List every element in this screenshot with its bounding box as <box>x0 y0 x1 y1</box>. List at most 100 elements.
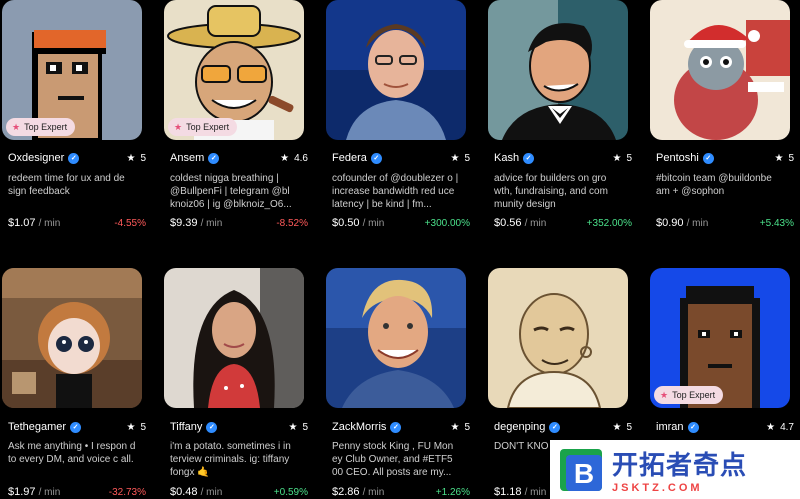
name-row: Federa ✓ ★ 5 <box>332 152 470 164</box>
expert-name: imran <box>656 421 684 433</box>
price-row: $0.90 / min +5.43% <box>656 217 794 229</box>
expert-bio: #bitcoin team @buildonbe am + @sophon <box>656 173 772 197</box>
name-row: Ansem ✓ ★ 4.6 <box>170 152 308 164</box>
price: $0.90 <box>656 217 684 229</box>
star-icon: ★ <box>288 421 298 433</box>
expert-name: Ansem <box>170 152 205 164</box>
rating: ★ 5 <box>450 422 470 433</box>
price: $0.56 <box>494 217 522 229</box>
price: $0.50 <box>332 217 360 229</box>
expert-name: Kash <box>494 152 520 164</box>
rating: ★ 5 <box>612 422 632 433</box>
top-expert-badge: ★ Top Expert <box>6 118 76 136</box>
verified-icon: ✓ <box>687 421 699 433</box>
name-row: Tiffany ✓ ★ 5 <box>170 421 308 433</box>
expert-bio: Penny stock King , FU Mon ey Club Owner,… <box>332 441 454 478</box>
name-row: Kash ✓ ★ 5 <box>494 152 632 164</box>
verified-icon: ✓ <box>68 152 80 164</box>
watermark-logo-letter: B <box>574 458 594 489</box>
avatar[interactable] <box>488 0 628 140</box>
name-row: imran ✓ ★ 4.7 <box>656 421 794 433</box>
price: $1.18 <box>494 486 522 498</box>
avatar[interactable] <box>2 268 142 408</box>
price: $2.86 <box>332 486 360 498</box>
expert-name: Oxdesigner <box>8 152 65 164</box>
rating-value: 5 <box>302 421 308 433</box>
verified-icon: ✓ <box>702 152 714 164</box>
verified-icon: ✓ <box>206 421 218 433</box>
expert-name: Federa <box>332 152 367 164</box>
price-unit: / min <box>362 487 385 498</box>
rating: ★ 4.6 <box>280 153 308 164</box>
price: $0.48 <box>170 486 198 498</box>
price-change: +5.43% <box>759 218 794 229</box>
star-icon: ★ <box>126 421 136 433</box>
rating-value: 5 <box>464 421 470 433</box>
expert-name: degenping <box>494 421 546 433</box>
expert-bio: cofounder of @doublezer o | increase ban… <box>332 173 459 210</box>
verified-icon: ✓ <box>370 152 382 164</box>
rating-value: 5 <box>626 152 632 164</box>
rating: ★ 5 <box>288 422 308 433</box>
rating-value: 4.7 <box>780 421 794 433</box>
price-row: $0.50 / min +300.00% <box>332 217 470 229</box>
avatar[interactable] <box>164 268 304 408</box>
star-icon: ★ <box>660 389 669 400</box>
rating-value: 5 <box>140 152 146 164</box>
rating-value: 5 <box>788 152 794 164</box>
price-unit: / min <box>200 487 223 498</box>
top-expert-badge: ★ Top Expert <box>654 386 724 404</box>
name-row: Pentoshi ✓ ★ 5 <box>656 152 794 164</box>
price-unit: / min <box>200 218 223 229</box>
expert-grid: ★ Top Expert Oxdesigner ✓ ★ 5 redeem time f… <box>0 0 800 499</box>
price-change: +300.00% <box>424 218 470 229</box>
rating: ★ 5 <box>126 422 146 433</box>
verified-icon: ✓ <box>523 152 535 164</box>
price-row: $0.56 / min +352.00% <box>494 217 632 229</box>
star-icon: ★ <box>12 121 21 132</box>
watermark: B 开拓者奇点 JSKTZ.COM <box>550 440 800 499</box>
price-unit: / min <box>38 218 61 229</box>
star-icon: ★ <box>126 152 136 164</box>
avatar[interactable] <box>488 268 628 408</box>
expert-bio: i'm a potato. sometimes i in terview cri… <box>170 441 291 478</box>
star-icon: ★ <box>766 421 776 433</box>
price-change: +1.26% <box>435 487 470 498</box>
avatar[interactable] <box>326 268 466 408</box>
price: $9.39 <box>170 217 198 229</box>
expert-bio: coldest nigga breathing | @BullpenFi | t… <box>170 173 292 210</box>
expert-name: Pentoshi <box>656 152 699 164</box>
expert-name: Tethegamer <box>8 421 67 433</box>
verified-icon: ✓ <box>549 421 561 433</box>
watermark-url: JSKTZ.COM <box>612 482 703 494</box>
price-row: $0.48 / min +0.59% <box>170 486 308 498</box>
price-unit: / min <box>362 218 385 229</box>
rating: ★ 5 <box>774 153 794 164</box>
expert-bio: redeem time for ux and de sign feedback <box>8 173 125 197</box>
star-icon: ★ <box>612 152 622 164</box>
price-unit: / min <box>38 487 61 498</box>
verified-icon: ✓ <box>70 421 82 433</box>
price-change: +0.59% <box>273 487 308 498</box>
rating: ★ 5 <box>450 153 470 164</box>
name-row: Oxdesigner ✓ ★ 5 <box>8 152 146 164</box>
watermark-logo-icon: B <box>558 447 604 493</box>
avatar[interactable] <box>326 0 466 140</box>
price-unit: / min <box>524 487 547 498</box>
rating-value: 5 <box>626 421 632 433</box>
expert-name: ZackMorris <box>332 421 387 433</box>
verified-icon: ✓ <box>390 421 402 433</box>
price: $1.07 <box>8 217 36 229</box>
price-change: +352.00% <box>586 218 632 229</box>
rating-value: 5 <box>140 421 146 433</box>
star-icon: ★ <box>774 152 784 164</box>
star-icon: ★ <box>612 421 622 433</box>
star-icon: ★ <box>450 421 460 433</box>
price: $1.97 <box>8 486 36 498</box>
expert-bio: advice for builders on gro wth, fundrais… <box>494 173 608 210</box>
price-row: $1.07 / min -4.55% <box>8 217 146 229</box>
price-row: $2.86 / min +1.26% <box>332 486 470 498</box>
price-unit: / min <box>524 218 547 229</box>
avatar[interactable] <box>650 0 790 140</box>
star-icon: ★ <box>280 152 290 164</box>
